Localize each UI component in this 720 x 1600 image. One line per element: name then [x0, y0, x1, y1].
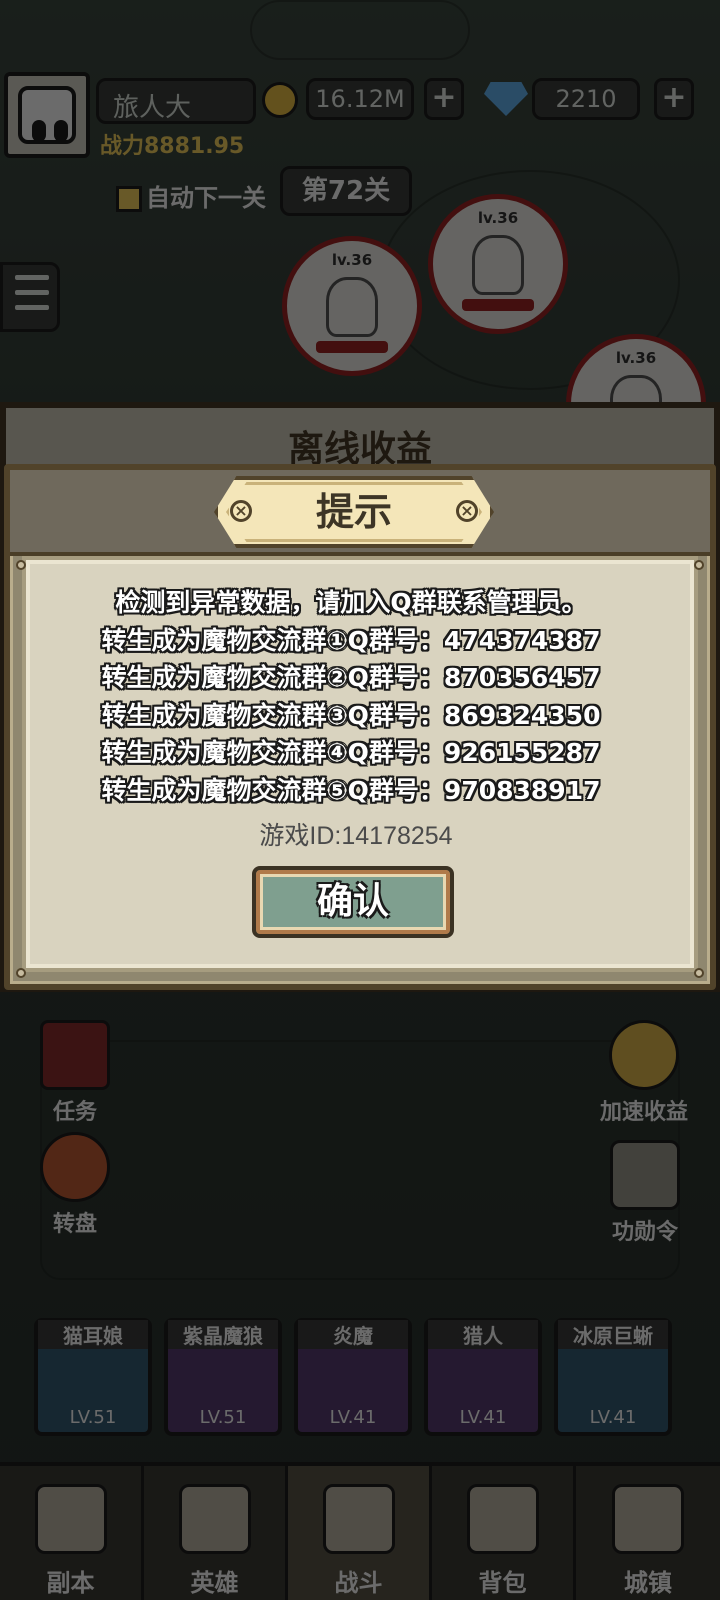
hero-name: 猎人 [428, 1320, 538, 1349]
confirm-button[interactable]: 确认 [252, 866, 454, 938]
hero-name: 猫耳娘 [38, 1320, 148, 1349]
side-label: 任务 [52, 1100, 97, 1125]
add-gold-button[interactable]: + [424, 78, 464, 120]
screw-icon: × [456, 500, 478, 522]
side-button-tasks[interactable]: 任务 [30, 1020, 120, 1126]
gem-amount: 2210 [532, 78, 640, 120]
hero-level: LV.51 [199, 1407, 247, 1428]
dialog-message: 检测到异常数据，请加入Q群联系管理员。 转生成为魔物交流群①Q群号：474374… [96, 584, 606, 814]
menu-hamburger-icon[interactable] [0, 262, 60, 332]
side-button-wheel[interactable]: 转盘 [30, 1132, 120, 1238]
side-button-speed-earnings[interactable]: 加速收益 [584, 1020, 704, 1126]
player-avatar[interactable] [4, 72, 90, 158]
dialog-title: 提示 [315, 490, 392, 534]
enemy-level: lv.36 [477, 209, 519, 227]
gem-icon [484, 82, 528, 116]
side-label: 功勋令 [611, 1220, 678, 1245]
wheel-icon [40, 1132, 110, 1202]
screw-icon: × [230, 500, 252, 522]
confirm-label: 确认 [316, 881, 389, 922]
player-name: 旅人大 [96, 78, 256, 124]
qq-group-line: 转生成为魔物交流群③Q群号：869324350 [101, 700, 601, 730]
skeleton-icon [326, 277, 378, 338]
task-book-icon [40, 1020, 110, 1090]
hero-name: 紫晶魔狼 [168, 1320, 278, 1349]
side-label: 加速收益 [599, 1100, 688, 1125]
hero-card[interactable]: 炎魔 LV.41 [294, 1318, 412, 1436]
hero-card[interactable]: 冰原巨蜥 LV.41 [554, 1318, 672, 1436]
hero-helmet-icon [178, 1484, 251, 1554]
tab-battle[interactable]: 战斗 [288, 1466, 432, 1600]
tab-backpack[interactable]: 背包 [432, 1466, 576, 1600]
tab-town[interactable]: 城镇 [576, 1466, 720, 1600]
tab-label: 副本 [46, 1569, 95, 1597]
hero-card[interactable]: 紫晶魔狼 LV.51 [164, 1318, 282, 1436]
backpack-icon [466, 1484, 539, 1554]
qq-group-line: 转生成为魔物交流群⑤Q群号：970838917 [101, 775, 601, 805]
combat-power: 战力8881.95 [100, 134, 245, 159]
hero-card[interactable]: 猫耳娘 LV.51 [34, 1318, 152, 1436]
skeleton-icon [472, 235, 524, 296]
tab-label: 背包 [478, 1569, 527, 1597]
hero-level: LV.41 [589, 1407, 637, 1428]
hero-card[interactable]: 猎人 LV.41 [424, 1318, 542, 1436]
hero-name: 炎魔 [298, 1320, 408, 1349]
helmet-icon [610, 1140, 680, 1210]
auto-next-toggle[interactable]: 自动下一关 [116, 178, 266, 213]
tab-heroes[interactable]: 英雄 [144, 1466, 288, 1600]
speed-coin-icon [609, 1020, 679, 1090]
gold-amount: 16.12M [306, 78, 414, 120]
tab-label: 城镇 [624, 1569, 672, 1597]
qq-group-line: 转生成为魔物交流群①Q群号：474374387 [101, 625, 601, 655]
tab-label: 战斗 [334, 1569, 383, 1597]
enemy-level: lv.36 [331, 251, 373, 269]
tab-label: 英雄 [190, 1569, 239, 1597]
stage-button[interactable]: 第72关 [280, 166, 412, 216]
side-label: 转盘 [52, 1212, 97, 1237]
game-id: 游戏ID:14178254 [259, 822, 453, 850]
gold-coin-icon [262, 82, 298, 118]
town-icon [612, 1484, 684, 1554]
checkbox-icon [116, 186, 142, 212]
hero-name: 冰原巨蜥 [558, 1320, 668, 1349]
enemy-skeleton[interactable]: lv.36 [282, 236, 422, 376]
qq-group-line: 转生成为魔物交流群②Q群号：870356457 [101, 663, 601, 692]
tab-dungeon[interactable]: 副本 [0, 1466, 144, 1600]
add-gems-button[interactable]: + [654, 78, 694, 120]
hero-level: LV.41 [459, 1407, 507, 1428]
qq-group-line: 转生成为魔物交流群④Q群号：926155287 [101, 738, 601, 767]
bottom-tab-bar: 副本 英雄 战斗 背包 城镇 [0, 1462, 720, 1600]
message-line: 检测到异常数据，请加入Q群联系管理员。 [115, 588, 587, 617]
dungeon-map-icon [34, 1484, 107, 1554]
hero-level: LV.41 [329, 1407, 377, 1428]
side-button-merit-pass[interactable]: 功勋令 [590, 1140, 700, 1246]
enemy-level: lv.36 [615, 349, 657, 367]
auto-next-label: 自动下一关 [146, 184, 266, 212]
enemy-skeleton[interactable]: lv.36 [428, 194, 568, 334]
hero-level: LV.51 [69, 1407, 117, 1428]
crossed-swords-icon [322, 1484, 395, 1554]
